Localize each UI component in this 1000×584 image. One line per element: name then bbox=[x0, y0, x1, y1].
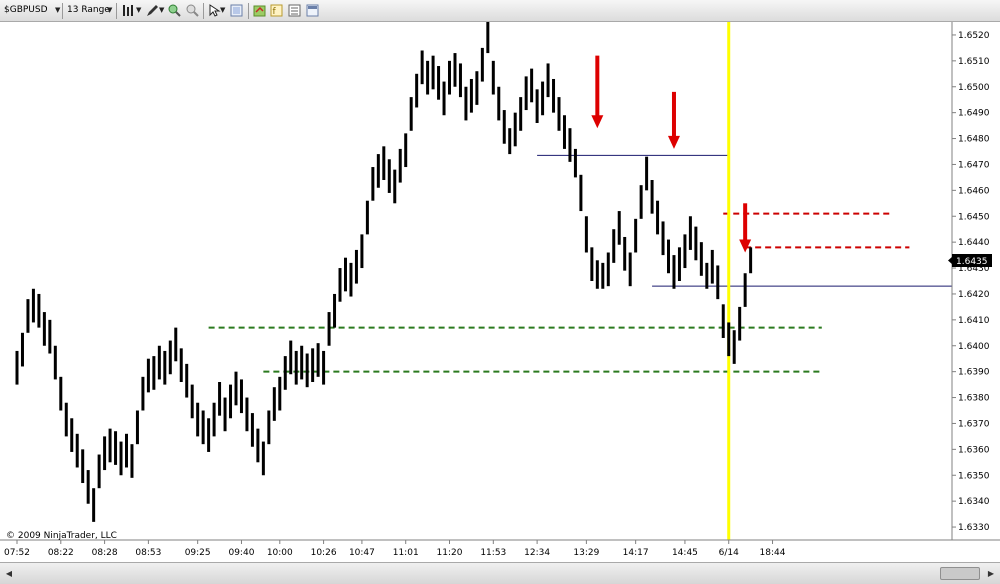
toolbar-separator bbox=[62, 3, 63, 19]
time-tick-label: 07:52 bbox=[4, 548, 30, 558]
price-tick-label: 1.6340 bbox=[958, 497, 990, 507]
zoom-in-icon[interactable] bbox=[167, 3, 182, 18]
scroll-right-icon[interactable]: ▶ bbox=[985, 567, 997, 580]
time-tick-label: 13:29 bbox=[573, 548, 599, 558]
time-tick-label: 12:34 bbox=[524, 548, 550, 558]
price-tick-label: 1.6490 bbox=[958, 109, 990, 119]
template-icon[interactable] bbox=[287, 3, 302, 18]
chart-properties-icon[interactable] bbox=[305, 3, 320, 18]
pencil-draw-icon[interactable] bbox=[145, 3, 160, 18]
time-tick-label: 18:44 bbox=[760, 548, 786, 558]
properties-icon[interactable] bbox=[252, 3, 267, 18]
price-tick-label: 1.6410 bbox=[958, 316, 990, 326]
time-tick-label: 09:40 bbox=[228, 548, 254, 558]
price-tick-label: 1.6500 bbox=[958, 83, 990, 93]
zoom-out-icon[interactable] bbox=[185, 3, 200, 18]
price-tick-label: 1.6460 bbox=[958, 186, 990, 196]
last-price-label: 1.6435 bbox=[956, 257, 988, 267]
cursor-dropdown-icon[interactable]: ▼ bbox=[220, 3, 225, 18]
price-tick-label: 1.6330 bbox=[958, 523, 990, 533]
time-tick-label: 11:53 bbox=[480, 548, 506, 558]
price-tick-label: 1.6470 bbox=[958, 160, 990, 170]
price-tick-label: 1.6420 bbox=[958, 290, 990, 300]
time-tick-label: 6/14 bbox=[719, 548, 739, 558]
price-tick-label: 1.6510 bbox=[958, 57, 990, 67]
toolbar-separator bbox=[203, 3, 204, 19]
price-tick-label: 1.6480 bbox=[958, 135, 990, 145]
price-tick-label: 1.6390 bbox=[958, 368, 990, 378]
horizontal-scrollbar[interactable]: ◀ ▶ bbox=[0, 562, 1000, 584]
instrument-selector[interactable]: $GBPUSD bbox=[4, 3, 48, 18]
price-tick-label: 1.6380 bbox=[958, 394, 990, 404]
price-tick-label: 1.6370 bbox=[958, 419, 990, 429]
time-tick-label: 14:17 bbox=[623, 548, 649, 558]
time-tick-label: 08:22 bbox=[48, 548, 74, 558]
copyright-text: © 2009 NinjaTrader, LLC bbox=[6, 531, 117, 541]
bar-style-dropdown-icon[interactable]: ▼ bbox=[136, 3, 141, 18]
draw-dropdown-icon[interactable]: ▼ bbox=[159, 3, 164, 18]
chart-toolbar: $GBPUSD ▼ 13 Range ▼ ▼ ▼ ▼ f bbox=[0, 0, 1000, 22]
data-box-icon[interactable] bbox=[229, 3, 244, 18]
time-tick-label: 08:28 bbox=[92, 548, 118, 558]
period-dropdown-icon[interactable]: ▼ bbox=[107, 3, 112, 18]
price-chart[interactable]: 1.6520 1.6510 1.6500 1.6490 1.6480 1.6470 1.64… bbox=[0, 22, 1000, 562]
instrument-dropdown-icon[interactable]: ▼ bbox=[55, 3, 60, 18]
time-tick-label: 08:53 bbox=[135, 548, 161, 558]
time-tick-label: 11:20 bbox=[437, 548, 463, 558]
price-tick-label: 1.6440 bbox=[958, 238, 990, 248]
bar-style-icon[interactable] bbox=[121, 3, 136, 18]
strategies-icon[interactable]: f bbox=[269, 3, 284, 18]
toolbar-separator bbox=[248, 3, 249, 19]
time-tick-label: 14:45 bbox=[672, 548, 698, 558]
time-tick-label: 11:01 bbox=[393, 548, 419, 558]
time-tick-label: 10:26 bbox=[311, 548, 337, 558]
price-tick-label: 1.6450 bbox=[958, 212, 990, 222]
scroll-left-icon[interactable]: ◀ bbox=[3, 567, 15, 580]
period-selector[interactable]: 13 Range bbox=[67, 3, 110, 18]
price-tick-label: 1.6360 bbox=[958, 445, 990, 455]
toolbar-separator bbox=[116, 3, 117, 19]
time-tick-label: 10:00 bbox=[267, 548, 293, 558]
price-tick-label: 1.6520 bbox=[958, 31, 990, 41]
time-tick-label: 09:25 bbox=[185, 548, 211, 558]
time-tick-label: 10:47 bbox=[349, 548, 375, 558]
price-tick-label: 1.6400 bbox=[958, 342, 990, 352]
scrollbar-thumb[interactable] bbox=[940, 567, 980, 580]
price-tick-label: 1.6350 bbox=[958, 471, 990, 481]
